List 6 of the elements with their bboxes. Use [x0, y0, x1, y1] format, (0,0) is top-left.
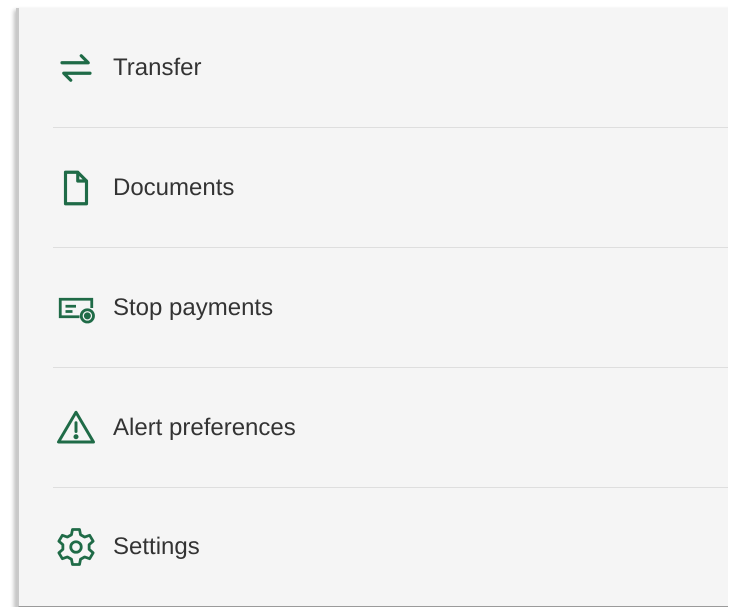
menu-item[interactable]: Settings — [53, 488, 728, 606]
settings-icon — [55, 526, 97, 568]
menu-item[interactable]: Stop payments — [53, 248, 728, 368]
menu-item[interactable]: Transfer — [53, 8, 728, 128]
menu-item[interactable]: Documents — [53, 128, 728, 248]
menu-item[interactable]: Alert preferences — [53, 368, 728, 488]
